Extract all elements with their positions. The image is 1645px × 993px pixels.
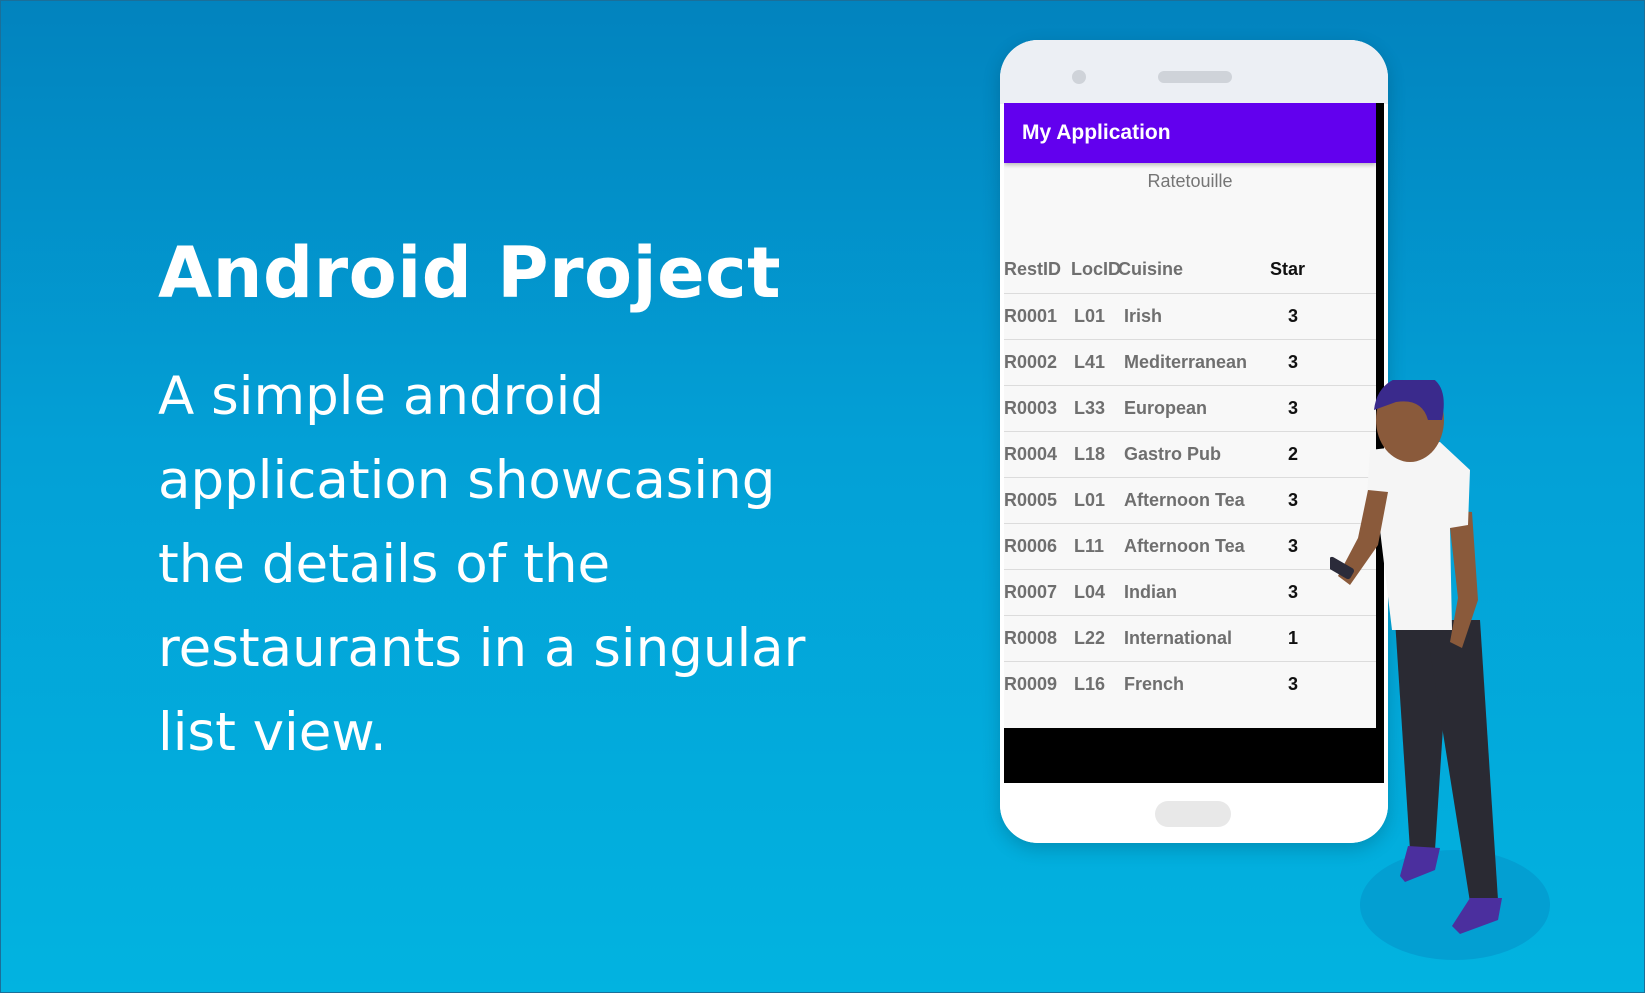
earpiece-speaker-icon	[1158, 71, 1232, 83]
cuisine: Gastro Pub	[1124, 444, 1222, 464]
phone-screen: My Application Ratetouille RestID LocID …	[1004, 103, 1384, 783]
star-rating: 3	[1288, 398, 1299, 418]
star-rating: 3	[1288, 582, 1299, 602]
list-item[interactable]: R0002 L41 Mediterranean 3	[1004, 339, 1376, 387]
rest-id: R0008	[1004, 628, 1058, 648]
header-restid: RestID	[1004, 259, 1062, 279]
loc-id: L11	[1074, 536, 1105, 556]
phone-top-bezel	[1000, 40, 1388, 104]
cuisine: European	[1124, 398, 1208, 418]
list-item[interactable]: R0004 L18 Gastro Pub 2	[1004, 431, 1376, 479]
list-item[interactable]: R0001 L01 Irish 3	[1004, 293, 1376, 341]
star-rating: 2	[1288, 444, 1299, 464]
person-illustration	[1330, 380, 1550, 960]
promo-headline: Android Project	[158, 232, 782, 314]
app-content: My Application Ratetouille RestID LocID …	[1004, 103, 1376, 728]
star-rating: 3	[1288, 490, 1299, 510]
loc-id: L18	[1074, 444, 1106, 464]
star-rating: 1	[1288, 628, 1299, 648]
rest-id: R0001	[1004, 306, 1058, 326]
list-item[interactable]: R0006 L11 Afternoon Tea 3	[1004, 523, 1376, 571]
floor-shadow	[1360, 850, 1550, 960]
loc-id: L04	[1074, 582, 1106, 602]
cuisine: French	[1124, 674, 1185, 694]
rest-id: R0003	[1004, 398, 1058, 418]
star-rating: 3	[1288, 536, 1299, 556]
rest-id: R0007	[1004, 582, 1058, 602]
header-locid: LocID	[1071, 259, 1122, 279]
app-subtitle: Ratetouille	[1147, 171, 1233, 191]
loc-id: L01	[1074, 490, 1106, 510]
cuisine: International	[1124, 628, 1233, 648]
front-camera-icon	[1072, 70, 1086, 84]
header-star: Star	[1270, 259, 1306, 279]
list-item[interactable]: R0005 L01 Afternoon Tea 3	[1004, 477, 1376, 525]
star-rating: 3	[1288, 352, 1299, 372]
loc-id: L22	[1074, 628, 1106, 648]
rest-id: R0004	[1004, 444, 1058, 464]
list-item[interactable]: R0007 L04 Indian 3	[1004, 569, 1376, 617]
app-bar: My Application	[1004, 103, 1376, 163]
rest-id: R0002	[1004, 352, 1058, 372]
rest-id: R0006	[1004, 536, 1058, 556]
loc-id: L01	[1074, 306, 1106, 326]
home-button[interactable]	[1155, 801, 1231, 827]
cuisine: Afternoon Tea	[1124, 490, 1245, 510]
star-rating: 3	[1288, 306, 1299, 326]
rest-id: R0005	[1004, 490, 1058, 510]
list-item[interactable]: R0008 L22 International 1	[1004, 615, 1376, 663]
loc-id: L41	[1074, 352, 1106, 372]
list-header: RestID LocID Cuisine Star	[1004, 247, 1376, 295]
rest-id: R0009	[1004, 674, 1058, 694]
cuisine: Indian	[1124, 582, 1177, 602]
cuisine: Afternoon Tea	[1124, 536, 1245, 556]
cuisine: Mediterranean	[1124, 352, 1248, 372]
app-title: My Application	[1022, 121, 1171, 144]
loc-id: L16	[1074, 674, 1106, 694]
loc-id: L33	[1074, 398, 1106, 418]
header-cuisine: Cuisine	[1118, 259, 1184, 279]
list-item[interactable]: R0009 L16 French 3	[1004, 661, 1376, 709]
cuisine: Irish	[1124, 306, 1163, 326]
star-rating: 3	[1288, 674, 1299, 694]
list-item[interactable]: R0003 L33 European 3	[1004, 385, 1376, 433]
promo-description: A simple android application showcasing …	[158, 366, 806, 763]
